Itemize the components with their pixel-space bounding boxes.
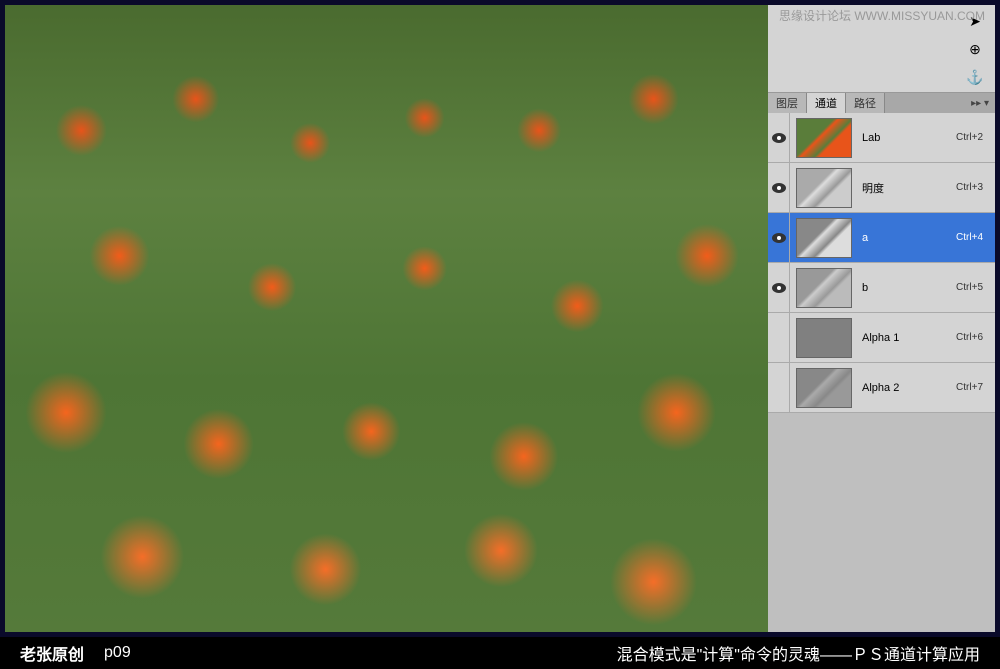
caption-title: 混合模式是"计算"命令的灵魂——ＰＳ通道计算应用 <box>617 641 980 665</box>
visibility-toggle[interactable] <box>768 313 790 362</box>
tab-通道[interactable]: 通道 <box>807 93 846 113</box>
channel-thumbnail <box>796 168 852 208</box>
channel-row-Alpha 1[interactable]: Alpha 1Ctrl+6 <box>768 313 995 363</box>
visibility-toggle[interactable] <box>768 363 790 412</box>
anchor-icon[interactable]: ⚓ <box>963 65 987 89</box>
watermark-text: 思缘设计论坛 WWW.MISSYUAN.COM <box>779 7 985 24</box>
tab-图层[interactable]: 图层 <box>768 93 807 113</box>
channels-panel: LabCtrl+2明度Ctrl+3aCtrl+4bCtrl+5Alpha 1Ct… <box>768 113 995 413</box>
eye-icon <box>772 283 786 293</box>
channel-row-b[interactable]: bCtrl+5 <box>768 263 995 313</box>
tulip-image <box>5 5 768 632</box>
eye-icon <box>772 133 786 143</box>
visibility-toggle[interactable] <box>768 263 790 312</box>
right-panels: ➤⊕⚓ 图层通道路径▸▸ ▾ LabCtrl+2明度Ctrl+3aCtrl+4b… <box>768 5 995 632</box>
channel-thumbnail <box>796 268 852 308</box>
visibility-toggle[interactable] <box>768 213 790 262</box>
channel-row-Alpha 2[interactable]: Alpha 2Ctrl+7 <box>768 363 995 413</box>
channel-row-Lab[interactable]: LabCtrl+2 <box>768 113 995 163</box>
channel-shortcut-label: Ctrl+3 <box>956 182 995 193</box>
channel-shortcut-label: Ctrl+5 <box>956 282 995 293</box>
panel-tab-strip: 图层通道路径 ▸▸ ▾ <box>768 93 995 113</box>
eye-icon <box>772 183 786 193</box>
channel-name-label: b <box>858 282 956 294</box>
eye-icon <box>772 233 786 243</box>
offset-icon[interactable]: ⊕ <box>963 37 987 61</box>
channel-thumbnail <box>796 368 852 408</box>
channel-shortcut-label: Ctrl+6 <box>956 332 995 343</box>
channel-thumbnail <box>796 118 852 158</box>
panel-menu-icon[interactable]: ▸▸ ▾ <box>965 98 995 109</box>
caption-bar: 老张原创 p09 混合模式是"计算"命令的灵魂——ＰＳ通道计算应用 <box>0 637 1000 669</box>
channel-shortcut-label: Ctrl+2 <box>956 132 995 143</box>
channel-name-label: Lab <box>858 132 956 144</box>
channel-name-label: Alpha 1 <box>858 332 956 344</box>
tab-路径[interactable]: 路径 <box>846 93 885 113</box>
channel-row-a[interactable]: aCtrl+4 <box>768 213 995 263</box>
visibility-toggle[interactable] <box>768 163 790 212</box>
channel-thumbnail <box>796 218 852 258</box>
channel-name-label: a <box>858 232 956 244</box>
caption-author: 老张原创 <box>20 641 84 665</box>
visibility-toggle[interactable] <box>768 113 790 162</box>
channel-row-明度[interactable]: 明度Ctrl+3 <box>768 163 995 213</box>
document-canvas[interactable] <box>5 5 768 632</box>
channel-name-label: 明度 <box>858 180 956 196</box>
app-frame: 思缘设计论坛 WWW.MISSYUAN.COM ➤⊕⚓ 图层通道路径▸▸ ▾ L… <box>0 0 1000 637</box>
caption-page: p09 <box>104 644 131 662</box>
channel-shortcut-label: Ctrl+7 <box>956 382 995 393</box>
channel-name-label: Alpha 2 <box>858 382 956 394</box>
channel-thumbnail <box>796 318 852 358</box>
channel-shortcut-label: Ctrl+4 <box>956 232 995 243</box>
